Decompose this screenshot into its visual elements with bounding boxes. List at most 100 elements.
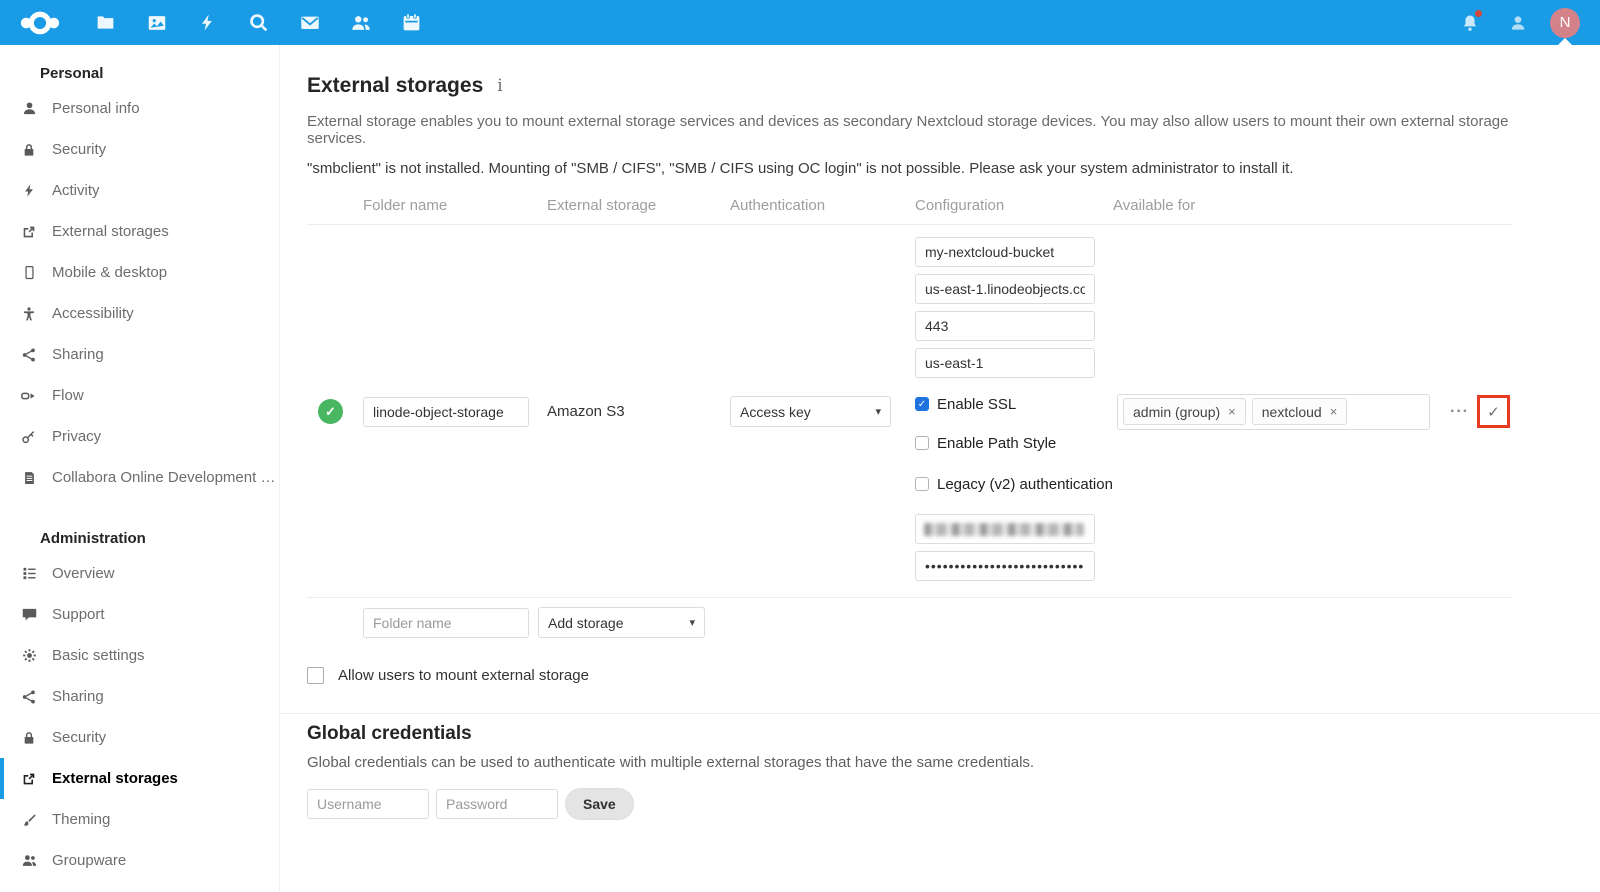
sidebar-item-security-admin[interactable]: Security (0, 717, 279, 758)
search-app-icon[interactable] (233, 0, 284, 45)
sidebar-item-groupware[interactable]: Groupware (0, 840, 279, 881)
sidebar-item-security-personal[interactable]: Security (0, 129, 279, 170)
sidebar-item-label: Security (52, 141, 106, 158)
app-menu (80, 0, 437, 45)
row-options-button[interactable]: ··· (1442, 403, 1477, 421)
calendar-app-icon[interactable] (386, 0, 437, 45)
hostname-input[interactable] (915, 274, 1095, 304)
sidebar-item-label: Accessibility (52, 305, 134, 322)
enable-path-style-checkbox[interactable]: Enable Path Style (915, 432, 1113, 454)
remove-chip-icon[interactable]: × (1330, 404, 1338, 419)
col-header-configuration: Configuration (915, 197, 1113, 214)
col-header-available-for: Available for (1113, 197, 1442, 214)
sidebar-item-accessibility[interactable]: Accessibility (0, 293, 279, 334)
phone-icon (18, 264, 40, 281)
comment-icon (18, 606, 40, 623)
files-app-icon[interactable] (80, 0, 131, 45)
username-field[interactable] (307, 789, 429, 819)
secret-key-input[interactable] (915, 551, 1095, 581)
folder-name-input[interactable] (363, 397, 529, 427)
checkbox-checked-icon: ✓ (915, 397, 929, 411)
table-header-row: Folder name External storage Authenticat… (307, 197, 1512, 225)
col-header-folder-name: Folder name (363, 197, 547, 214)
save-storage-check-button[interactable]: ✓ (1477, 395, 1510, 428)
global-credentials-description: Global credentials can be used to authen… (307, 754, 1540, 771)
sidebar-item-label: Groupware (52, 852, 126, 869)
save-button[interactable]: Save (565, 788, 634, 820)
accessibility-icon (18, 306, 40, 322)
col-header-authentication: Authentication (730, 197, 915, 214)
notifications-button[interactable] (1454, 0, 1486, 45)
available-for-input[interactable]: admin (group) × nextcloud × (1117, 394, 1430, 430)
access-key-input[interactable] (915, 514, 1095, 544)
top-header-bar: N (0, 0, 1600, 45)
header-right-actions: N (1454, 0, 1600, 45)
sidebar-item-label: Basic settings (52, 647, 145, 664)
external-link-icon (18, 224, 40, 240)
nextcloud-logo-icon (9, 6, 71, 40)
sidebar-heading-personal: Personal (0, 55, 279, 88)
key-icon (18, 429, 40, 445)
storage-status-ok-icon[interactable]: ✓ (318, 399, 343, 424)
list-icon (18, 565, 40, 582)
sidebar-item-external-storages-admin[interactable]: External storages (0, 758, 279, 799)
sidebar-item-label: External storages (52, 223, 169, 240)
chevron-down-icon: ▾ (875, 405, 881, 418)
allow-users-checkbox[interactable]: Allow users to mount external storage (307, 667, 1540, 684)
group-icon (18, 852, 40, 869)
info-icon[interactable]: i (497, 76, 502, 96)
global-credentials-title: Global credentials (307, 723, 1540, 745)
sidebar-item-label: Theming (52, 811, 110, 828)
authentication-selected-value: Access key (740, 404, 811, 420)
sidebar-item-support[interactable]: Support (0, 594, 279, 635)
sidebar-item-mobile-desktop[interactable]: Mobile & desktop (0, 252, 279, 293)
add-storage-select[interactable]: Add storage ▾ (538, 607, 705, 638)
enable-ssl-checkbox[interactable]: ✓ Enable SSL (915, 393, 1113, 415)
configuration-cell: ✓ Enable SSL Enable Path Style Legacy (v… (915, 231, 1113, 592)
gear-icon (18, 647, 40, 664)
document-icon (18, 470, 40, 486)
contacts-app-icon[interactable] (335, 0, 386, 45)
mail-app-icon[interactable] (284, 0, 335, 45)
sidebar-item-privacy[interactable]: Privacy (0, 416, 279, 457)
sidebar-item-label: Personal info (52, 100, 140, 117)
flow-icon (18, 387, 40, 405)
sidebar-item-collabora[interactable]: Collabora Online Development Edit... (0, 457, 279, 498)
sidebar-item-label: Mobile & desktop (52, 264, 167, 281)
sidebar-item-sharing-personal[interactable]: Sharing (0, 334, 279, 375)
sidebar-item-theming[interactable]: Theming (0, 799, 279, 840)
sidebar-item-flow[interactable]: Flow (0, 375, 279, 416)
sidebar-item-label: Privacy (52, 428, 101, 445)
sidebar-item-activity[interactable]: Activity (0, 170, 279, 211)
sidebar-item-label: Activity (52, 182, 100, 199)
bucket-input[interactable] (915, 237, 1095, 267)
notification-dot (1474, 9, 1483, 18)
sidebar-item-personal-info[interactable]: Personal info (0, 88, 279, 129)
section-divider (280, 713, 1600, 714)
checkbox-unchecked-icon (915, 477, 929, 491)
share-icon (18, 689, 40, 705)
sidebar-item-label: External storages (52, 770, 178, 787)
sidebar-item-overview[interactable]: Overview (0, 553, 279, 594)
legacy-auth-checkbox[interactable]: Legacy (v2) authentication (915, 473, 1113, 495)
sidebar-item-label: Flow (52, 387, 84, 404)
new-folder-name-input[interactable] (363, 608, 529, 638)
remove-chip-icon[interactable]: × (1228, 404, 1236, 419)
authentication-select[interactable]: Access key ▾ (730, 396, 891, 427)
user-avatar[interactable]: N (1550, 8, 1580, 38)
user-icon (18, 100, 40, 117)
smbclient-warning: "smbclient" is not installed. Mounting o… (307, 160, 1540, 177)
redacted-access-key (924, 523, 1084, 536)
nextcloud-logo[interactable] (0, 6, 80, 40)
contacts-menu-button[interactable] (1502, 0, 1534, 45)
region-input[interactable] (915, 348, 1095, 378)
sidebar-item-label: Sharing (52, 346, 104, 363)
port-input[interactable] (915, 311, 1095, 341)
password-field[interactable] (436, 789, 558, 819)
photos-app-icon[interactable] (131, 0, 182, 45)
activity-app-icon[interactable] (182, 0, 233, 45)
sidebar-item-basic-settings[interactable]: Basic settings (0, 635, 279, 676)
sidebar-item-sharing-admin[interactable]: Sharing (0, 676, 279, 717)
sidebar-item-external-storages-personal[interactable]: External storages (0, 211, 279, 252)
page-title: External storages (307, 74, 483, 98)
